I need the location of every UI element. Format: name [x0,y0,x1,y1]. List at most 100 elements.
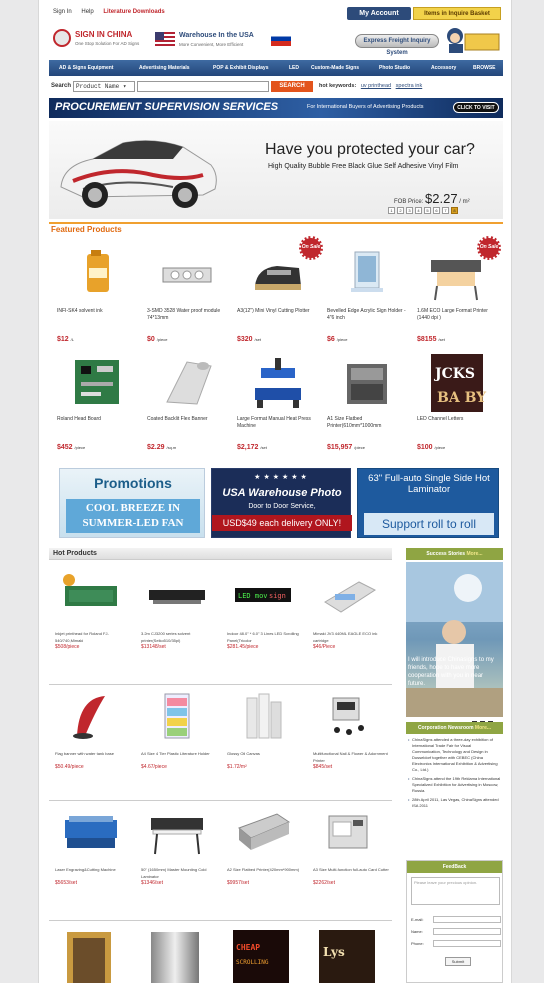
success-story-photo[interactable]: I will introduce Chinasigns to my friend… [406,562,503,727]
hot-product-card[interactable]: Inkjet printhead for Roland FJ-540/740,M… [55,572,135,682]
hot-keyword-link[interactable]: spectra ink [396,83,423,89]
product-name[interactable]: INFI-SK4 solvent ink [57,308,141,315]
hot-product-name[interactable]: Mimaki JV3 440ML EAGLE ECO ink cartridge [313,630,393,644]
led-sign-image[interactable]: CHEAP SCROLLING [233,930,289,983]
hot-product-card[interactable]: Flag banner with water tank base $50.49/… [55,692,135,802]
product-name[interactable]: A3(12") Mini Vinyl Cutting Plotter [237,308,321,315]
product-name[interactable]: LED Channel Letters [417,416,501,423]
hot-laminator-banner[interactable]: 63" Full-auto Single Side Hot Laminator … [357,468,499,538]
submit-button[interactable]: Submit [445,957,471,966]
product-name[interactable]: Roland Head Board [57,416,141,423]
search-category-select[interactable]: Product Name ▾ [73,81,135,92]
search-input[interactable] [137,81,269,92]
help-link[interactable]: Help [81,9,93,15]
product-name[interactable]: 1.6M ECO Large Format Printer (1440 dpi … [417,308,501,322]
product-card[interactable]: 1.6M ECO Large Format Printer (1440 dpi … [417,246,501,354]
hot-product-card[interactable]: Glossy Oil Canvas $1.72/m² [227,692,307,802]
product-name[interactable]: Large Format Manual Heat Press Machine [237,416,321,430]
hero-banner[interactable]: Have you protected your car? High Qualit… [49,121,503,219]
banner-page-button[interactable]: 1 [388,207,395,214]
nav-advertising-materials[interactable]: Advertising Materials [139,60,190,76]
product-card[interactable]: Bevelled Edge Acrylic Sign Holder - 4"6 … [327,246,411,354]
hot-product-name[interactable]: Multifunctional Nail & Flower & Adornmen… [313,750,393,764]
hot-product-card[interactable]: Multifunctional Nail & Flower & Adornmen… [313,692,393,802]
more-link[interactable]: More... [466,551,482,557]
usa-warehouse-photo-banner[interactable]: ★★★★★★ USA Warehouse Photo Door to Door … [211,468,352,538]
click-to-visit-button[interactable]: CLICK TO VISIT [453,102,499,113]
email-field[interactable] [433,916,501,923]
news-item[interactable]: ChinaSigns attend the 19th Reklama Inter… [408,776,501,794]
hot-product-card[interactable]: 3.2m CJ3200 series solvent printer(Seiko… [141,572,221,682]
banner-page-button[interactable]: 6 [433,207,440,214]
hot-product-card[interactable]: LED mov sign Indoor 48.0" * 6.0" 3 Lines … [227,572,307,682]
product-name[interactable]: A1 Size Flatbed Printer(610mm*1000mm [327,416,411,430]
aluminum-sheet-image[interactable] [147,930,203,983]
hot-product-name[interactable]: 50" (1650mm) Master Mounting Cold Lamina… [141,866,221,880]
product-card[interactable]: A1 Size Flatbed Printer(610mm*1000mm $15… [327,354,411,462]
hot-product-name[interactable]: Glossy Oil Canvas [227,750,307,757]
hot-product-name[interactable]: A4 Size 4 Tier Plastic Literature Holder [141,750,221,757]
banner-page-button[interactable]: 4 [415,207,422,214]
hot-product-card[interactable]: Laser Engraving&Cutting Machine $5653/se… [55,808,135,918]
procurement-title: PROCUREMENT SUPERVISION SERVICES [55,101,279,113]
sidebar: Success Stories More... I will introduce… [406,548,503,983]
banner-page-button[interactable]: 3 [406,207,413,214]
product-name[interactable]: Bevelled Edge Acrylic Sign Holder - 4"6 … [327,308,411,322]
nav-ad-signs-equipment[interactable]: AD & Signs Equipment [59,60,113,76]
hot-product-name[interactable]: Indoor 48.0" * 6.0" 3 Lines LED Scrollin… [227,630,307,644]
hot-product-name[interactable]: Laser Engraving&Cutting Machine [55,866,135,873]
nav-browse[interactable]: BROWSE [473,60,496,76]
news-item[interactable]: 28th April 2011, Las Vegas, ChinaSigns a… [408,797,501,809]
hot-product-card[interactable]: Mimaki JV3 440ML EAGLE ECO ink cartridge… [313,572,393,682]
hot-product-name[interactable]: 3.2m CJ3200 series solvent printer(Seiko… [141,630,221,644]
name-field[interactable] [433,928,501,935]
russia-flag-icon[interactable] [271,32,291,46]
my-account-button[interactable]: My Account [347,7,411,20]
downloads-link[interactable]: Literature Downloads [103,9,164,15]
hot-keyword-link[interactable]: uv printhead [361,83,391,89]
usa-warehouse-link[interactable]: Warehouse In the USA More Convenient, Mo… [155,27,295,53]
hot-product-name[interactable]: A3 Size Multi-function full-auto Card Cu… [313,866,393,873]
nav-photo-studio[interactable]: Photo Studio [379,60,410,76]
product-card[interactable]: 3-SMD 3528 Water proof module 74*13mm $0… [147,246,231,354]
nav-pop-exhibit[interactable]: POP & Exhibit Displays [213,60,268,76]
hot-product-name[interactable]: A2 Size Flatbed Printer(420mm*900mm) [227,866,307,873]
hot-product-name[interactable]: Flag banner with water tank base [55,750,135,757]
more-link[interactable]: More... [475,725,491,731]
inquire-basket-button[interactable]: Items in Inquire Basket [413,7,501,20]
site-logo[interactable]: SIGN IN CHINA One Stop Solution For AD S… [53,27,149,53]
channel-sign-image[interactable]: Lys [319,930,375,983]
express-freight-button[interactable]: Express Freight Inquiry System [355,34,439,56]
framed-poster-image[interactable] [61,930,117,983]
search-button[interactable]: SEARCH [271,81,313,92]
product-card[interactable]: A3(12") Mini Vinyl Cutting Plotter $320 … [237,246,321,354]
product-card[interactable]: Large Format Manual Heat Press Machine $… [237,354,321,462]
procurement-banner[interactable]: PROCUREMENT SUPERVISION SERVICES For Int… [49,98,503,118]
hot-product-card[interactable]: A2 Size Flatbed Printer(420mm*900mm) $99… [227,808,307,918]
promotions-banner[interactable]: Promotions COOL BREEZE IN SUMMER-LED FAN [59,468,205,538]
news-item[interactable]: ChinaSigns attended a three-day exhibiti… [408,737,501,773]
nav-custom-made-signs[interactable]: Custom-Made Signs [311,60,359,76]
product-card[interactable]: JCKS BA BY LED Channel Letters $100 /piec… [417,354,501,462]
banner-pagination: 12345678 [388,207,460,214]
product-name[interactable]: 3-SMD 3528 Water proof module 74*13mm [147,308,231,322]
product-card[interactable]: Roland Head Board $452 /piece [57,354,141,462]
hot-product-price: $50.49/piece [55,764,84,770]
hot-product-card[interactable]: A3 Size Multi-function full-auto Card Cu… [313,808,393,918]
banner-page-button[interactable]: 7 [442,207,449,214]
hot-product-card[interactable]: A4 Size 4 Tier Plastic Literature Holder… [141,692,221,802]
product-card[interactable]: Coated Backlit Flex Banner $2.29 /sq.m [147,354,231,462]
product-card[interactable]: INFI-SK4 solvent ink $12 /L [57,246,141,354]
featured-products: Featured Products INFI-SK4 solvent ink $… [49,222,503,458]
banner-page-button[interactable]: 2 [397,207,404,214]
banner-page-button-active[interactable]: 8 [451,207,458,214]
feedback-textarea[interactable]: Please leave your precious opinion. [411,877,500,905]
banner-page-button[interactable]: 5 [424,207,431,214]
nav-led[interactable]: LED [289,60,299,76]
product-name[interactable]: Coated Backlit Flex Banner [147,416,231,423]
phone-field[interactable] [433,940,501,947]
hot-product-name[interactable]: Inkjet printhead for Roland FJ-540/740,M… [55,630,135,644]
signin-link[interactable]: Sign In [53,9,72,15]
nav-accessory[interactable]: Accessory [431,60,456,76]
hot-product-card[interactable]: 50" (1650mm) Master Mounting Cold Lamina… [141,808,221,918]
